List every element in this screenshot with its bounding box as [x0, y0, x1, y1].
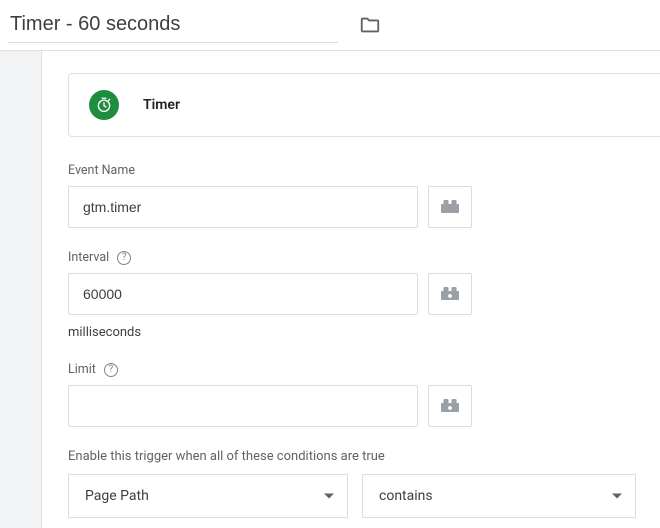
trigger-type-label: Timer [143, 97, 180, 113]
event-name-input[interactable] [68, 186, 418, 228]
limit-section: Limit ? [68, 362, 660, 427]
trigger-type-card[interactable]: Timer [68, 73, 660, 137]
chevron-down-icon [611, 490, 623, 502]
limit-variable-button[interactable] [428, 385, 472, 427]
timer-icon [89, 90, 119, 120]
interval-input[interactable] [68, 273, 418, 315]
interval-section: Interval ? milliseconds [68, 250, 660, 340]
conditions-heading: Enable this trigger when all of these co… [68, 449, 660, 464]
content-area: Timer Event Name Interval ? [42, 51, 660, 528]
help-icon[interactable]: ? [117, 251, 131, 265]
lego-plus-icon [440, 397, 460, 416]
chevron-down-icon [323, 490, 335, 502]
limit-label: Limit [68, 362, 96, 377]
lego-plus-icon [440, 285, 460, 304]
interval-unit: milliseconds [68, 325, 660, 340]
event-name-label: Event Name [68, 163, 660, 178]
left-rail [0, 51, 42, 528]
event-name-section: Event Name [68, 163, 660, 228]
condition-variable-value: Page Path [85, 488, 149, 504]
event-name-variable-button[interactable] [428, 186, 472, 228]
interval-variable-button[interactable] [428, 273, 472, 315]
condition-row: Page Path contains [68, 474, 660, 518]
folder-icon[interactable] [356, 11, 384, 39]
condition-operator-dropdown[interactable]: contains [362, 474, 636, 518]
interval-label: Interval [68, 250, 109, 265]
titlebar [0, 0, 660, 50]
limit-input[interactable] [68, 385, 418, 427]
help-icon[interactable]: ? [104, 363, 118, 377]
condition-operator-value: contains [379, 488, 433, 504]
condition-variable-dropdown[interactable]: Page Path [68, 474, 348, 518]
trigger-name-input[interactable] [8, 7, 338, 43]
lego-icon [440, 198, 460, 217]
